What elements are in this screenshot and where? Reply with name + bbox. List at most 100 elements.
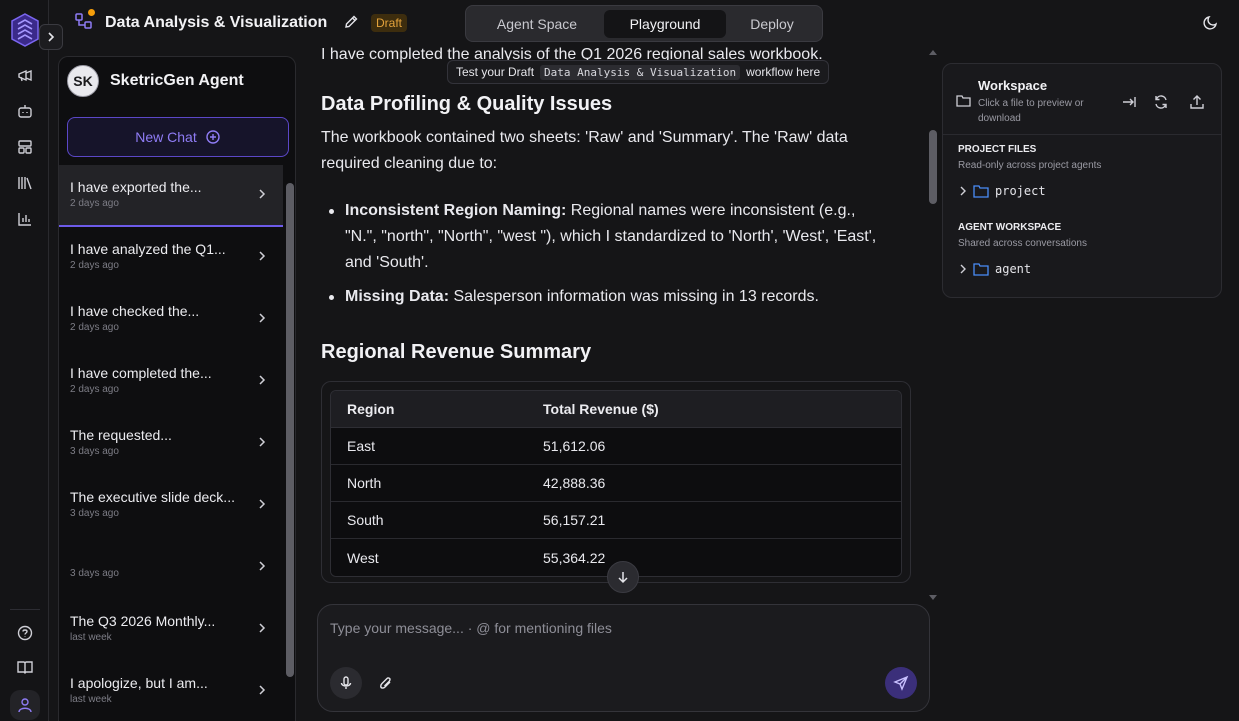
theme-toggle-moon-icon[interactable] [1203, 14, 1219, 30]
chat-title: The requested... [70, 427, 172, 443]
heading-revenue-summary: Regional Revenue Summary [321, 341, 592, 363]
expand-sidebar-button[interactable] [39, 24, 63, 50]
folder-name: agent [995, 262, 1032, 276]
arrow-down-icon [618, 572, 628, 584]
chat-time: 3 days ago [70, 568, 119, 579]
table-cell: South [331, 502, 527, 539]
microphone-icon [340, 676, 352, 689]
chat-title: I have exported the... [70, 179, 202, 195]
chevron-right-icon [259, 189, 266, 199]
table-row: North 42,888.36 [331, 465, 901, 502]
chat-time: 2 days ago [70, 198, 119, 209]
book-icon[interactable] [14, 656, 36, 678]
scroll-down-arrow[interactable] [929, 595, 937, 600]
chat-history-item[interactable]: The requested... 3 days ago [59, 413, 283, 475]
chat-list-scrollbar[interactable] [284, 169, 294, 721]
project-files-label: PROJECT FILES [958, 144, 1037, 155]
chat-title: The executive slide deck... [70, 489, 235, 505]
status-dot [88, 9, 95, 16]
table-cell: 55,364.22 [527, 539, 901, 576]
folder-name: project [995, 184, 1046, 198]
refresh-icon[interactable] [1153, 94, 1169, 110]
tooltip-prefix: Test your Draft [456, 65, 535, 79]
project-files-subtitle: Read-only across project agents [958, 160, 1102, 171]
tab-playground[interactable]: Playground [604, 9, 726, 38]
revenue-table-card: Region Total Revenue ($) East 51,612.06 … [321, 381, 911, 583]
chat-title: I have completed the... [70, 365, 212, 381]
help-icon[interactable] [14, 622, 36, 644]
app-logo-icon[interactable] [10, 12, 40, 50]
chat-history-item[interactable]: The executive slide deck... 3 days ago [59, 475, 283, 537]
chat-history-item[interactable]: I have checked the... 2 days ago [59, 289, 283, 351]
chevron-right-icon [259, 251, 266, 261]
new-chat-plus-icon [205, 129, 221, 145]
megaphone-icon[interactable] [14, 65, 36, 87]
column-header: Total Revenue ($) [527, 391, 901, 428]
table-row: South 56,157.21 [331, 502, 901, 539]
bullet-bold: Missing Data: [345, 288, 450, 305]
send-button[interactable] [885, 667, 917, 699]
upload-icon[interactable] [1189, 94, 1205, 110]
table-cell: East [331, 428, 527, 465]
new-chat-button[interactable]: New Chat [67, 117, 289, 157]
tooltip-suffix: workflow here [746, 65, 821, 79]
chart-icon[interactable] [14, 208, 36, 230]
chat-time: 2 days ago [70, 260, 119, 271]
table-cell: 56,157.21 [527, 502, 901, 539]
chevron-right-icon [960, 264, 966, 274]
message-input[interactable]: Type your message... · @ for mentioning … [330, 620, 612, 636]
rail-divider [10, 609, 40, 610]
agent-folder-node[interactable]: agent [959, 262, 1031, 276]
microphone-button[interactable] [330, 667, 362, 699]
workspace-title: Workspace [978, 78, 1048, 93]
tooltip-code: Data Analysis & Visualization [540, 64, 741, 80]
bot-icon[interactable] [14, 100, 36, 122]
chat-time: 2 days ago [70, 384, 119, 395]
playground-tooltip: Test your Draft Data Analysis & Visualiz… [447, 60, 830, 84]
table-cell: 51,612.06 [527, 428, 901, 465]
edit-title-icon[interactable] [343, 14, 359, 30]
agent-name: SketricGen Agent [110, 72, 244, 89]
tab-deploy[interactable]: Deploy [726, 10, 818, 38]
project-folder-node[interactable]: project [959, 184, 1046, 198]
scrollbar-thumb[interactable] [929, 130, 937, 204]
collapse-panel-icon[interactable] [1121, 94, 1137, 110]
draft-badge: Draft [371, 14, 408, 32]
chevron-right-icon [259, 623, 266, 633]
chat-time: last week [70, 632, 112, 643]
chat-history-item[interactable]: I have exported the... 2 days ago [59, 165, 283, 227]
chevron-right-icon [259, 313, 266, 323]
chevron-right-icon [259, 561, 266, 571]
chat-history-item[interactable]: I have completed the... 2 days ago [59, 351, 283, 413]
attach-button[interactable] [370, 667, 402, 699]
bullet-text: Salesperson information was missing in 1… [449, 288, 819, 305]
chat-history-item[interactable]: I apologize, but I am... last week [59, 661, 283, 721]
left-rail [0, 0, 63, 721]
scroll-to-bottom-button[interactable] [607, 561, 639, 593]
folder-icon [973, 185, 989, 198]
table-cell: 42,888.36 [527, 465, 901, 502]
scroll-up-arrow[interactable] [929, 50, 937, 55]
column-header: Region [331, 391, 527, 428]
list-item: Inconsistent Region Naming: Regional nam… [321, 198, 891, 276]
chat-title: I have checked the... [70, 303, 200, 319]
chat-history-item[interactable]: I have analyzed the Q1... 2 days ago [59, 227, 283, 289]
chat-history-item[interactable]: The Q3 2026 Monthly... last week [59, 599, 283, 661]
folder-icon [973, 263, 989, 276]
user-icon[interactable] [10, 690, 40, 720]
chat-scrollbar[interactable] [928, 50, 938, 600]
profiling-paragraph: The workbook contained two sheets: 'Raw'… [321, 129, 848, 172]
chat-sidebar: SK SketricGen Agent New Chat I have expo… [58, 56, 296, 721]
scrollbar-thumb[interactable] [286, 183, 294, 677]
chat-history-item[interactable]: 3 days ago [59, 537, 283, 599]
workspace-divider [943, 134, 1221, 135]
chevron-right-icon [259, 375, 266, 385]
new-chat-label: New Chat [135, 129, 197, 145]
chat-title: I have analyzed the Q1... [70, 241, 226, 257]
message-composer[interactable]: Type your message... · @ for mentioning … [317, 604, 930, 712]
chevron-right-icon [259, 437, 266, 447]
layout-icon[interactable] [14, 136, 36, 158]
library-icon[interactable] [14, 172, 36, 194]
tab-agent-space[interactable]: Agent Space [470, 10, 604, 38]
table-cell: North [331, 465, 527, 502]
